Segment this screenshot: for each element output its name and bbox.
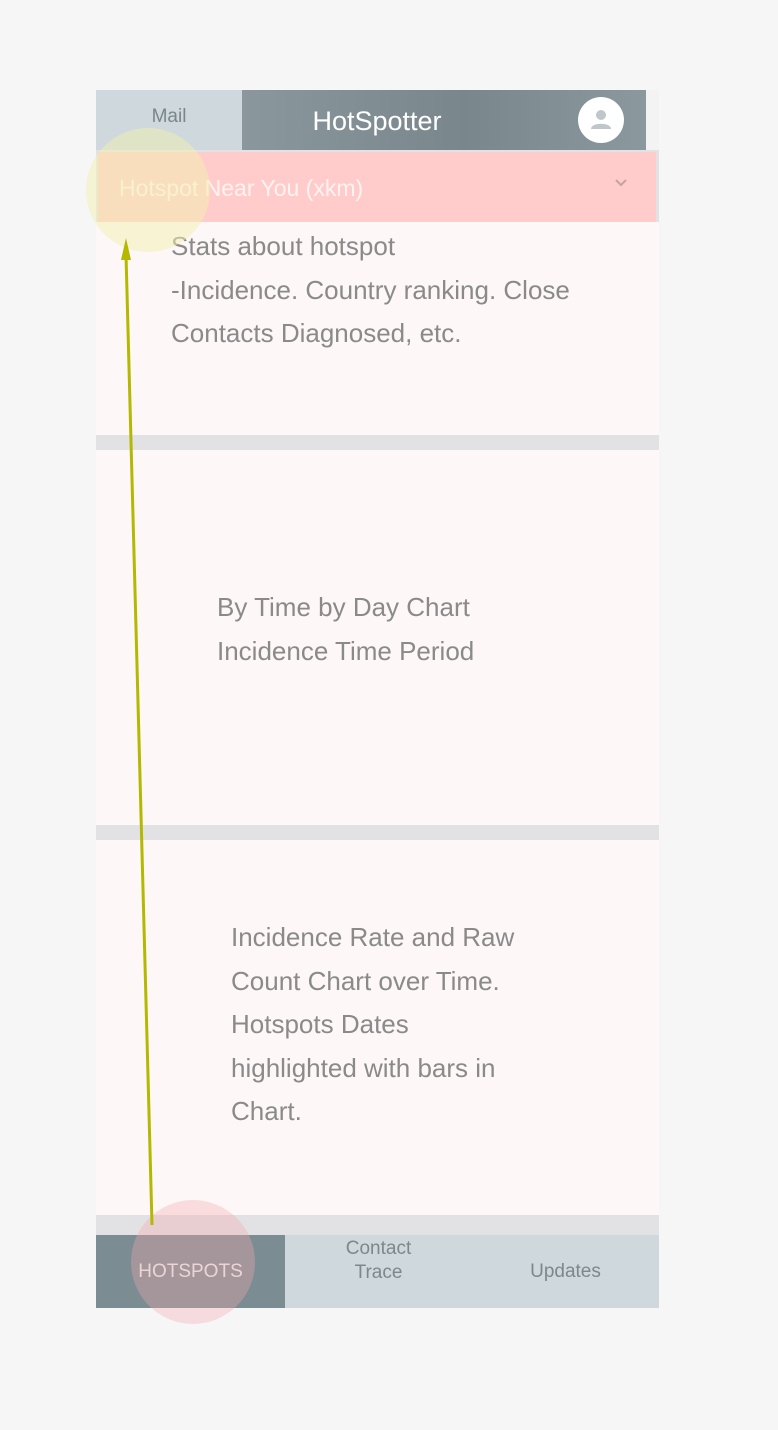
hotspot-dropdown[interactable]: Hotspot Near You (xkm) xyxy=(98,152,656,222)
mail-tab[interactable]: Mail xyxy=(96,90,242,150)
hotspot-stats-card: Stats about hotspot -Incidence. Country … xyxy=(96,222,659,435)
nav-tab-contact-trace[interactable]: Contact Trace xyxy=(285,1235,472,1308)
card-text-line: Incidence Time Period xyxy=(217,635,475,666)
dropdown-label: Hotspot Near You (xkm) xyxy=(119,175,364,201)
app-title: HotSpotter xyxy=(312,106,442,136)
account-circle-icon xyxy=(591,110,611,129)
card-text-line: Stats about hotspot xyxy=(171,231,396,261)
card-text-line: Chart. xyxy=(231,1096,302,1126)
hotspot-stats-text: Stats about hotspot -Incidence. Country … xyxy=(171,225,570,356)
card-text-line: Count Chart over Time. xyxy=(231,965,500,996)
card-text-line: Incidence Rate and Raw xyxy=(231,922,515,952)
chevron-down-icon xyxy=(615,179,627,187)
header-edge xyxy=(646,90,659,150)
phone-screen: Mail HotSpotter Hotspot Near You (xkm) S… xyxy=(96,90,659,1308)
nav-label-line: Contact xyxy=(345,1238,412,1259)
time-chart-card: By Time by Day Chart Incidence Time Peri… xyxy=(96,450,659,825)
card-text-line: -Incidence. Country ranking. Close xyxy=(171,274,570,305)
nav-label-line: Trace xyxy=(354,1262,403,1283)
incidence-rate-chart-card: Incidence Rate and Raw Count Chart over … xyxy=(96,840,659,1215)
nav-tab-hotspots[interactable]: HOTSPOTS xyxy=(96,1235,285,1308)
nav-tab-updates[interactable]: Updates xyxy=(472,1235,659,1308)
app-header: Mail HotSpotter xyxy=(96,90,659,150)
card-text-line: By Time by Day Chart xyxy=(217,592,470,622)
title-bar: HotSpotter xyxy=(242,90,646,150)
incidence-rate-text: Incidence Rate and Raw Count Chart over … xyxy=(231,916,514,1134)
avatar[interactable] xyxy=(578,97,624,143)
time-chart-text: By Time by Day Chart Incidence Time Peri… xyxy=(217,586,474,673)
bottom-nav: HOTSPOTS Contact Trace Updates xyxy=(96,1235,659,1308)
card-text-line: Hotspots Dates xyxy=(231,1009,409,1039)
card-text-line: highlighted with bars in xyxy=(231,1052,496,1083)
card-text-line: Contacts Diagnosed, etc. xyxy=(171,318,462,348)
